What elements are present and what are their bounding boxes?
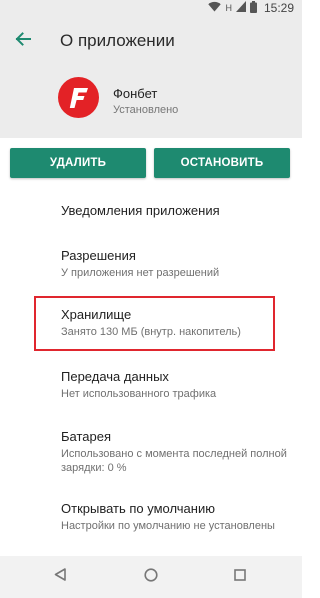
setting-subtitle: Настройки по умолчанию не установлены xyxy=(61,520,275,532)
setting-open-by-default[interactable]: Открывать по умолчанию Настройки по умол… xyxy=(61,501,291,533)
setting-notifications[interactable]: Уведомления приложения xyxy=(61,203,291,219)
nav-home-button[interactable] xyxy=(143,567,159,587)
delete-button[interactable]: УДАЛИТЬ xyxy=(10,148,146,178)
setting-title: Уведомления приложения xyxy=(61,203,220,218)
app-info-screen: H 15:29 О приложении Фонбет Установлено … xyxy=(0,0,302,598)
arrow-back-icon xyxy=(15,31,31,51)
setting-subtitle: Занято 130 МБ (внутр. накопитель) xyxy=(61,326,241,338)
back-button[interactable] xyxy=(8,26,38,56)
app-header: Фонбет Установлено xyxy=(0,66,302,138)
setting-subtitle: У приложения нет разрешений xyxy=(61,267,220,279)
recents-square-icon xyxy=(234,568,246,586)
setting-title: Хранилище xyxy=(61,307,132,322)
stop-button[interactable]: ОСТАНОВИТЬ xyxy=(154,148,290,178)
signal-icon xyxy=(235,1,246,15)
setting-permissions[interactable]: Разрешения У приложения нет разрешений xyxy=(61,248,291,280)
network-type-label: H xyxy=(225,3,232,13)
setting-subtitle: Нет использованного трафика xyxy=(61,388,217,400)
setting-title: Передача данных xyxy=(61,369,169,384)
nav-back-button[interactable] xyxy=(52,568,68,586)
setting-battery[interactable]: Батарея Использовано с момента последней… xyxy=(61,429,291,475)
status-time: 15:29 xyxy=(263,1,294,15)
navigation-bar xyxy=(0,556,302,598)
setting-title: Открывать по умолчанию xyxy=(61,501,215,516)
nav-recents-button[interactable] xyxy=(232,569,248,585)
setting-subtitle: Использовано с момента последней полной … xyxy=(61,448,287,474)
wifi-icon xyxy=(208,1,222,15)
page-title: О приложении xyxy=(60,31,175,50)
status-icons: H 15:29 xyxy=(208,0,294,16)
battery-icon xyxy=(249,0,257,16)
toolbar: О приложении xyxy=(0,16,302,66)
app-logo-icon xyxy=(58,77,99,118)
app-name: Фонбет xyxy=(113,86,158,101)
setting-title: Батарея xyxy=(61,429,112,444)
setting-title: Разрешения xyxy=(61,248,136,263)
app-install-status: Установлено xyxy=(113,104,179,116)
status-bar: H 15:29 xyxy=(0,0,302,16)
home-circle-icon xyxy=(144,567,158,587)
setting-data-usage[interactable]: Передача данных Нет использованного траф… xyxy=(61,369,291,401)
back-triangle-icon xyxy=(54,568,66,586)
setting-storage[interactable]: Хранилище Занято 130 МБ (внутр. накопите… xyxy=(61,307,291,339)
